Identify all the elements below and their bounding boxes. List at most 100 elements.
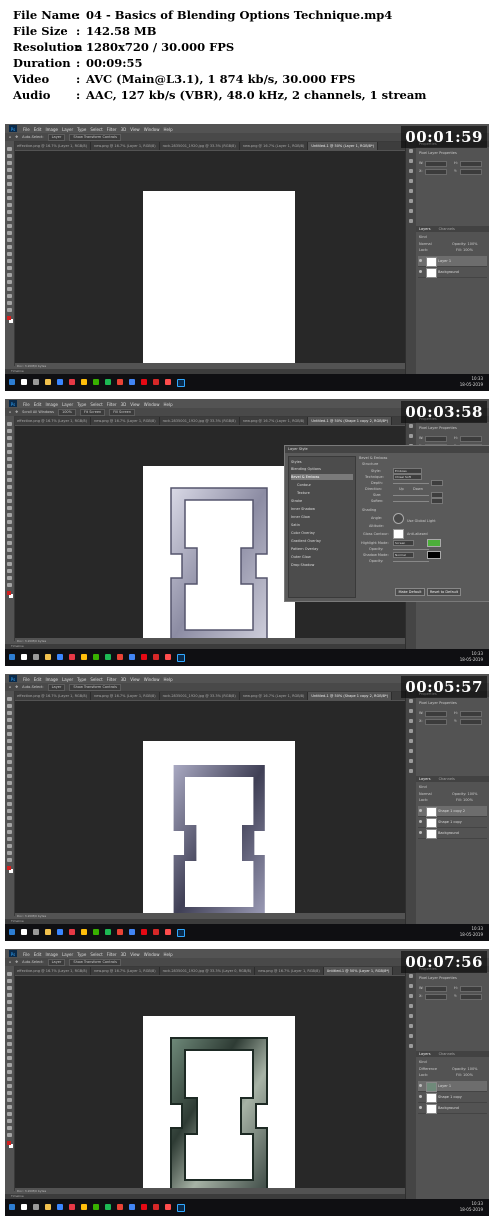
panel-icon[interactable] — [409, 994, 413, 998]
canvas-area[interactable] — [15, 701, 405, 931]
document-tab[interactable]: Untitled-1 @ 50% (Shape 1 copy 2, RGB/8*… — [308, 692, 393, 700]
taskbar-app-icon[interactable] — [45, 1204, 51, 1210]
taskbar-app-icon[interactable] — [153, 1204, 159, 1210]
document-tab[interactable]: Untitled-1 @ 50% (Shape 1 copy 2, RGB/8*… — [308, 417, 393, 425]
taskbar-app-icon[interactable] — [165, 1204, 171, 1210]
taskbar-app-icon[interactable] — [105, 929, 111, 935]
eye-icon[interactable] — [419, 1084, 422, 1087]
tool-icon[interactable] — [7, 443, 12, 447]
foreground-color-swatch[interactable] — [7, 1141, 11, 1145]
tool-icon[interactable] — [7, 506, 12, 510]
panel-icon[interactable] — [409, 719, 413, 723]
tool-icon[interactable] — [7, 697, 12, 701]
tool-icon[interactable] — [7, 203, 12, 207]
document-tab[interactable]: rock-2835001_1920.jpg @ 33.3% (RGB/8) — [160, 142, 240, 150]
document-tab[interactable]: effective.png @ 16.7% (Layer 1, RGB/8) — [14, 692, 91, 700]
document-tab[interactable]: new.png @ 16.7% (Layer 1, RGB/8) — [91, 142, 160, 150]
effect-item[interactable]: Bevel & Emboss — [291, 474, 353, 480]
tool-icon[interactable] — [7, 979, 12, 983]
tool-icon[interactable] — [7, 837, 12, 841]
layer-row[interactable]: Background — [418, 1103, 487, 1114]
tool-icon[interactable] — [7, 1084, 12, 1088]
taskbar-app-icon[interactable] — [69, 379, 75, 385]
panel-icon[interactable] — [409, 984, 413, 988]
tool-icon[interactable] — [7, 154, 12, 158]
panel-icon[interactable] — [409, 699, 413, 703]
tool-icon[interactable] — [7, 1070, 12, 1074]
tool-icon[interactable] — [7, 429, 12, 433]
gloss-contour-icon[interactable] — [393, 529, 404, 539]
layer-row[interactable]: Shape 1 copy — [418, 1092, 487, 1103]
taskbar-app-icon[interactable] — [21, 1204, 27, 1210]
taskbar-app-icon[interactable] — [165, 379, 171, 385]
effect-item[interactable]: Satin — [291, 522, 353, 528]
panel-icon[interactable] — [409, 729, 413, 733]
start-icon[interactable] — [9, 1204, 15, 1210]
layers-tab[interactable]: Layers Channels — [416, 226, 489, 232]
panel-icon[interactable] — [409, 1014, 413, 1018]
setting-field[interactable] — [431, 480, 443, 486]
layer-row[interactable]: Shape 1 copy — [418, 817, 487, 828]
transform-field[interactable] — [425, 161, 447, 167]
taskbar-app-icon[interactable] — [33, 379, 39, 385]
technique-select[interactable]: Chisel Soft — [393, 474, 422, 480]
angle-dial[interactable] — [393, 513, 404, 524]
layer-style-dialog[interactable]: Layer Style Styles Blending Options Bevel &… — [284, 445, 489, 602]
tool-icon[interactable] — [7, 273, 12, 277]
document-tab[interactable]: new.png @ 16.7% (Layer 1, RGB/8) — [91, 967, 160, 975]
transform-field[interactable] — [460, 436, 482, 442]
taskbar-app-icon[interactable] — [105, 379, 111, 385]
tool-icon[interactable] — [7, 238, 12, 242]
panel-icon[interactable] — [409, 759, 413, 763]
effect-item[interactable]: Inner Glow — [291, 514, 353, 520]
taskbar-app-icon[interactable] — [57, 1204, 63, 1210]
effect-item[interactable]: Pattern Overlay — [291, 546, 353, 552]
tool-icon[interactable] — [7, 231, 12, 235]
layer-row[interactable]: Layer 1 — [418, 256, 487, 267]
blend-mode-select[interactable]: Normal — [419, 792, 432, 797]
home-icon[interactable]: ⌂ — [9, 408, 11, 416]
panel-icon[interactable] — [409, 179, 413, 183]
option-control[interactable]: Auto-Select: — [22, 683, 43, 691]
taskbar-app-icon[interactable] — [117, 929, 123, 935]
effect-item[interactable]: Outer Glow — [291, 554, 353, 560]
option-control[interactable]: Auto-Select: — [22, 958, 43, 966]
taskbar-app-icon[interactable] — [45, 379, 51, 385]
tool-icon[interactable] — [7, 308, 12, 312]
tool-icon[interactable] — [7, 1133, 12, 1137]
eye-icon[interactable] — [419, 831, 422, 834]
effect-item[interactable]: Inner Shadow — [291, 506, 353, 512]
lock-controls[interactable]: Lock: — [419, 248, 428, 253]
tool-icon[interactable] — [7, 858, 12, 862]
tool-icon[interactable] — [7, 189, 12, 193]
setting-slider[interactable] — [393, 549, 429, 550]
panel-icon[interactable] — [409, 974, 413, 978]
tool-icon[interactable] — [7, 541, 12, 545]
taskbar-app-icon[interactable] — [33, 929, 39, 935]
tool-icon[interactable] — [7, 993, 12, 997]
document-tab[interactable]: Untitled-1 @ 50% (Layer 1, RGB/8*) — [308, 142, 379, 150]
transform-field[interactable] — [425, 169, 447, 175]
taskbar-app-icon[interactable] — [81, 654, 87, 660]
taskbar-app-icon[interactable] — [105, 1204, 111, 1210]
blend-mode-select[interactable]: Normal — [419, 242, 432, 247]
layer-filter-kind[interactable]: Kind — [419, 235, 427, 240]
panel-icon[interactable] — [409, 209, 413, 213]
taskbar-app-icon[interactable] — [153, 929, 159, 935]
tool-icon[interactable] — [7, 182, 12, 186]
tool-icon[interactable] — [7, 1007, 12, 1011]
start-icon[interactable] — [9, 379, 15, 385]
shadow-mode-select[interactable]: Normal — [393, 552, 414, 558]
document-tab[interactable]: new.png @ 16.7% (Layer 1, RGB/8) — [255, 967, 324, 975]
taskbar-app-icon[interactable] — [141, 1204, 147, 1210]
highlight-color-swatch[interactable] — [427, 539, 441, 547]
tool-icon[interactable] — [7, 1049, 12, 1053]
taskbar-app-icon[interactable] — [141, 654, 147, 660]
tool-icon[interactable] — [7, 147, 12, 151]
opacity-control[interactable]: Opacity: 100% — [452, 792, 478, 797]
document-tab[interactable]: new.png @ 16.7% (Layer 1, RGB/8) — [240, 142, 309, 150]
panel-icon[interactable] — [409, 1034, 413, 1038]
panel-icon[interactable] — [409, 709, 413, 713]
tool-icon[interactable] — [7, 485, 12, 489]
document-tab[interactable]: new.png @ 16.7% (Layer 1, RGB/8) — [240, 417, 309, 425]
